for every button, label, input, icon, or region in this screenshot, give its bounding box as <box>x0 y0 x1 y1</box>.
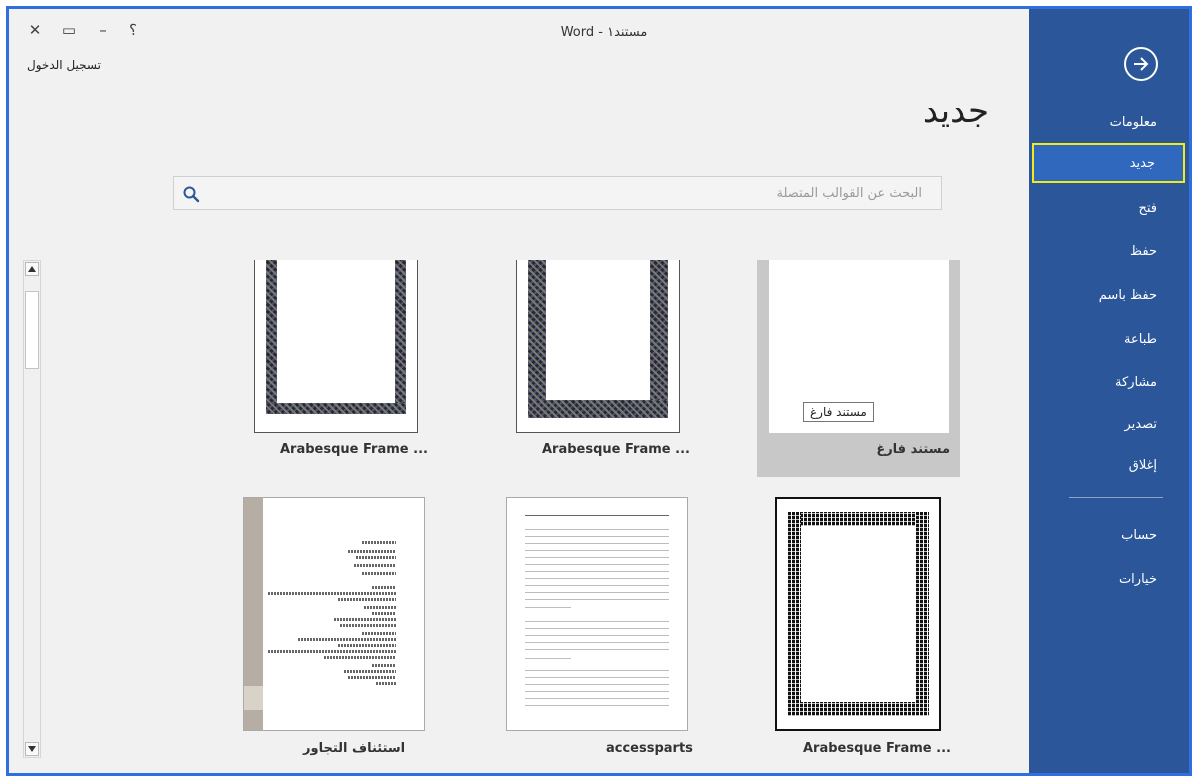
template-label: مستند فارغ <box>876 442 950 457</box>
sidebar-item-print[interactable]: طباعة <box>1029 321 1189 357</box>
template-thumbnail <box>254 260 418 433</box>
backstage-sidebar: معلومات جديد فتح حفظ حفظ باسم طباعة مشار… <box>1029 9 1189 773</box>
arrow-up-icon <box>28 266 36 272</box>
search-icon[interactable] <box>182 185 200 203</box>
page-title: جديد <box>922 91 989 131</box>
template-label: Arabesque Frame ... <box>280 442 428 457</box>
scroll-up-button[interactable] <box>25 262 39 276</box>
template-thumbnail <box>243 497 425 731</box>
signin-link[interactable]: تسجيل الدخول <box>27 58 101 72</box>
template-search-input[interactable] <box>208 177 928 209</box>
sidebar-item-options[interactable]: خيارات <box>1029 561 1189 597</box>
sidebar-item-export[interactable]: تصدير <box>1029 406 1189 442</box>
scroll-thumb[interactable] <box>25 291 39 369</box>
close-button[interactable]: ✕ <box>25 19 45 41</box>
sidebar-item-close[interactable]: إغلاق <box>1029 447 1189 483</box>
template-label: Arabesque Frame ... <box>803 741 951 756</box>
template-resume[interactable]: استئناف التجاور <box>243 497 427 762</box>
sidebar-item-open[interactable]: فتح <box>1029 190 1189 226</box>
template-tooltip: مستند فارغ <box>803 402 874 422</box>
back-button[interactable] <box>1124 47 1158 81</box>
window-title: Word - مستند١ <box>560 25 648 40</box>
sidebar-item-account[interactable]: حساب <box>1029 517 1189 553</box>
arrow-right-icon <box>1134 57 1149 71</box>
template-label: Arabesque Frame ... <box>542 442 690 457</box>
minimize-button[interactable]: – <box>93 19 113 41</box>
template-thumbnail <box>775 497 941 731</box>
vertical-scrollbar[interactable] <box>23 260 41 758</box>
close-icon: ✕ <box>28 21 42 39</box>
restore-icon: ▭ <box>61 21 77 39</box>
template-search-box <box>173 176 942 210</box>
sidebar-item-save[interactable]: حفظ <box>1029 233 1189 269</box>
minimize-icon: – <box>99 21 107 39</box>
template-arabesque-frame-1[interactable]: Arabesque Frame ... <box>514 260 690 477</box>
template-blank-document[interactable]: مستند فارغ مستند فارغ <box>757 260 960 477</box>
sidebar-item-info[interactable]: معلومات <box>1029 104 1189 140</box>
sidebar-item-save-as[interactable]: حفظ باسم <box>1029 277 1189 313</box>
template-label: accessparts <box>606 741 693 756</box>
restore-button[interactable]: ▭ <box>59 19 79 41</box>
help-icon: ؟ <box>129 21 137 39</box>
arrow-down-icon <box>28 746 36 752</box>
template-thumbnail <box>506 497 688 731</box>
template-arabesque-frame-2[interactable]: Arabesque Frame ... <box>252 260 428 477</box>
sidebar-item-new[interactable]: جديد <box>1032 143 1185 183</box>
sidebar-divider <box>1069 497 1163 498</box>
template-accessparts[interactable]: accessparts <box>506 497 693 762</box>
scroll-down-button[interactable] <box>25 742 39 756</box>
help-button[interactable]: ؟ <box>123 19 143 41</box>
sidebar-item-share[interactable]: مشاركة <box>1029 364 1189 400</box>
word-backstage-window: ✕ ▭ – ؟ Word - مستند١ تسجيل الدخول جديد … <box>6 6 1192 776</box>
template-thumbnail <box>516 260 680 433</box>
template-label: استئناف التجاور <box>303 741 406 756</box>
template-arabesque-frame-3[interactable]: Arabesque Frame ... <box>775 497 951 762</box>
